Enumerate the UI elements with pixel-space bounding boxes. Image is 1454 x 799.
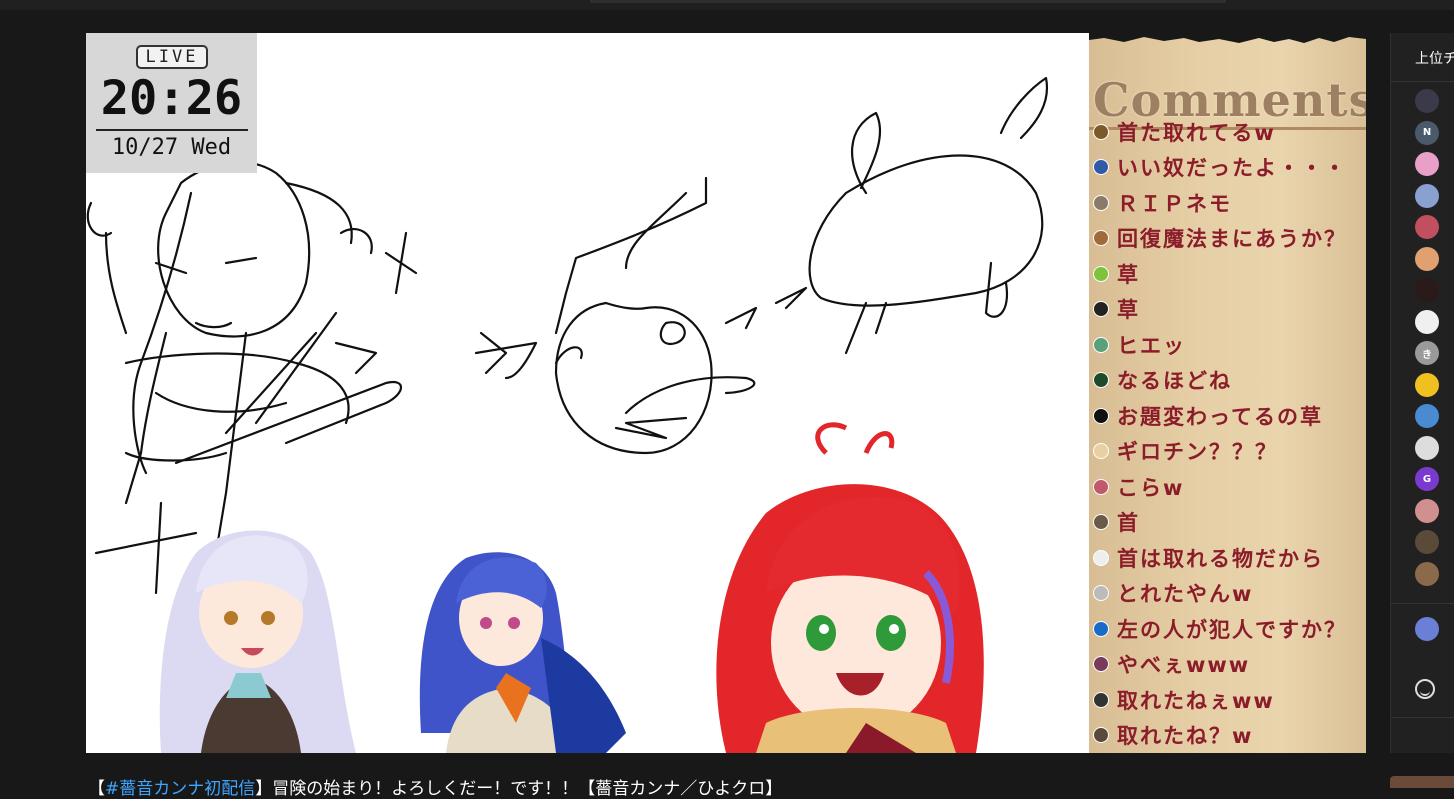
top-bar (0, 0, 1454, 10)
torn-paper-edge (1089, 33, 1366, 43)
comment-text: 回復魔法まにあうか？ (1117, 227, 1347, 252)
chat-user-avatar[interactable]: G (1415, 467, 1439, 491)
character-red-hair (716, 422, 984, 753)
commenter-avatar-icon (1093, 656, 1109, 673)
commenter-avatar-icon (1093, 230, 1109, 247)
comment-text: 草 (1117, 298, 1140, 323)
commenter-avatar-icon (1093, 478, 1109, 495)
comment-row: 首た取れてるw (1093, 114, 1363, 150)
comment-text: 取れたね？w (1117, 724, 1254, 749)
comment-text: 首は取れる物だから (1117, 546, 1324, 571)
comment-text: なるほどね (1117, 369, 1232, 394)
comment-row: 草 (1093, 292, 1363, 328)
chat-user-avatar[interactable] (1415, 309, 1439, 334)
comments-panel: Comments 首た取れてるw いい奴だったよ・・・ ＲＩＰネモ 回復魔法まにあうか… (1089, 33, 1366, 753)
commenter-avatar-icon (1093, 620, 1109, 637)
commenter-avatar-icon (1093, 443, 1109, 460)
chat-user-avatar[interactable] (1415, 530, 1439, 554)
comment-text: 首た取れてるw (1117, 120, 1276, 145)
commenter-avatar-icon (1093, 585, 1109, 602)
comment-row: 草 (1093, 256, 1363, 292)
chat-divider (1391, 603, 1454, 604)
comment-row: やべぇwww (1093, 647, 1363, 683)
comment-row: お題変わってるの草 (1093, 398, 1363, 434)
character-blue-hair (419, 552, 626, 753)
character-silver-hair (159, 530, 356, 753)
commenter-avatar-icon (1093, 336, 1109, 353)
commenter-avatar-icon (1093, 727, 1109, 744)
chat-user-avatar[interactable] (1415, 561, 1439, 586)
comment-row: ギロチン？？？ (1093, 434, 1363, 470)
video-player[interactable]: LIVE 20:26 10/27 Wed Comments 首た取れてるw いい… (86, 33, 1366, 753)
live-chat-sidebar: 上位チ N き G (1390, 33, 1454, 753)
comment-row: 回復魔法まにあうか？ (1093, 221, 1363, 257)
chat-user-avatar[interactable] (1415, 404, 1439, 428)
chat-user-avatar[interactable]: N (1415, 120, 1439, 145)
comment-text: 左の人が犯人ですか？ (1117, 617, 1347, 642)
video-title[interactable]: 【#薔音カンナ初配信】冒険の始まり！よろしくだー！です！！【薔音カンナ／ひよクロ… (88, 774, 782, 799)
chat-user-avatar[interactable] (1415, 278, 1439, 302)
comment-text: 草 (1117, 262, 1140, 287)
comment-row: いい奴だったよ・・・ (1093, 150, 1363, 186)
comment-row: とれたやんw (1093, 576, 1363, 612)
commenter-avatar-icon (1093, 194, 1109, 211)
title-open-bracket: 【 (88, 779, 105, 799)
vtuber-characters (159, 422, 984, 753)
comment-row: ヒエッ (1093, 327, 1363, 363)
chat-user-avatar[interactable] (1415, 152, 1439, 176)
commenter-avatar-icon (1093, 159, 1109, 176)
chat-mode-label[interactable]: 上位チ (1415, 48, 1454, 68)
title-close-bracket: 】 (255, 779, 273, 799)
commenter-avatar-icon (1093, 549, 1109, 566)
title-text: 冒険の始まり！よろしくだー！です！！【薔音カンナ／ひよクロ】 (272, 779, 783, 799)
comment-text: ＲＩＰネモ (1117, 191, 1232, 216)
comment-text: いい奴だったよ・・・ (1117, 156, 1347, 181)
comment-row: 取れたねぇww (1093, 682, 1363, 718)
comment-text: 取れたねぇww (1117, 688, 1275, 713)
commenter-avatar-icon (1093, 372, 1109, 389)
comment-row: こらw (1093, 469, 1363, 505)
chat-footer-divider (1391, 717, 1454, 718)
comment-text: こらw (1117, 475, 1185, 500)
chat-user-avatar[interactable] (1415, 215, 1439, 239)
commenter-avatar-icon (1093, 123, 1109, 140)
comment-row: 首 (1093, 505, 1363, 541)
comment-row: ＲＩＰネモ (1093, 185, 1363, 221)
chat-user-avatar[interactable]: き (1415, 341, 1439, 365)
comment-text: ギロチン？？？ (1117, 440, 1278, 465)
search-bar-edge[interactable] (590, 0, 1226, 3)
title-hashtag[interactable]: #薔音カンナ初配信 (105, 779, 255, 799)
commenter-avatar-icon (1093, 407, 1109, 424)
chat-user-avatar[interactable] (1415, 498, 1439, 523)
commenter-avatar-icon (1093, 691, 1109, 708)
current-user-avatar[interactable] (1415, 617, 1439, 641)
chat-user-avatar[interactable] (1415, 372, 1439, 397)
recommended-thumbnail[interactable] (1390, 776, 1454, 788)
chat-user-avatar[interactable] (1415, 435, 1439, 460)
comment-row: 左の人が犯人ですか？ (1093, 611, 1363, 647)
comment-row: 首は取れる物だから (1093, 540, 1363, 576)
chat-avatar-list: N き G (1415, 89, 1441, 593)
commenter-avatar-icon (1093, 301, 1109, 318)
comment-text: とれたやんw (1117, 582, 1254, 607)
chat-header[interactable]: 上位チ (1391, 33, 1454, 82)
commenter-avatar-icon (1093, 265, 1109, 282)
chat-user-avatar[interactable] (1415, 89, 1439, 113)
comment-row: なるほどね (1093, 363, 1363, 399)
chat-user-avatar[interactable] (1415, 183, 1439, 208)
comment-text: やべぇwww (1117, 653, 1251, 678)
comment-text: ヒエッ (1117, 333, 1186, 358)
chat-user-avatar[interactable] (1415, 246, 1439, 271)
comment-list: 首た取れてるw いい奴だったよ・・・ ＲＩＰネモ回復魔法まにあうか？ 草草ヒエッなるほ… (1093, 114, 1363, 753)
comment-text: 首 (1117, 511, 1140, 536)
commenter-avatar-icon (1093, 514, 1109, 531)
comment-text: お題変わってるの草 (1117, 404, 1323, 429)
comment-row: 取れたね？w (1093, 718, 1363, 754)
emoji-icon[interactable] (1415, 679, 1435, 699)
